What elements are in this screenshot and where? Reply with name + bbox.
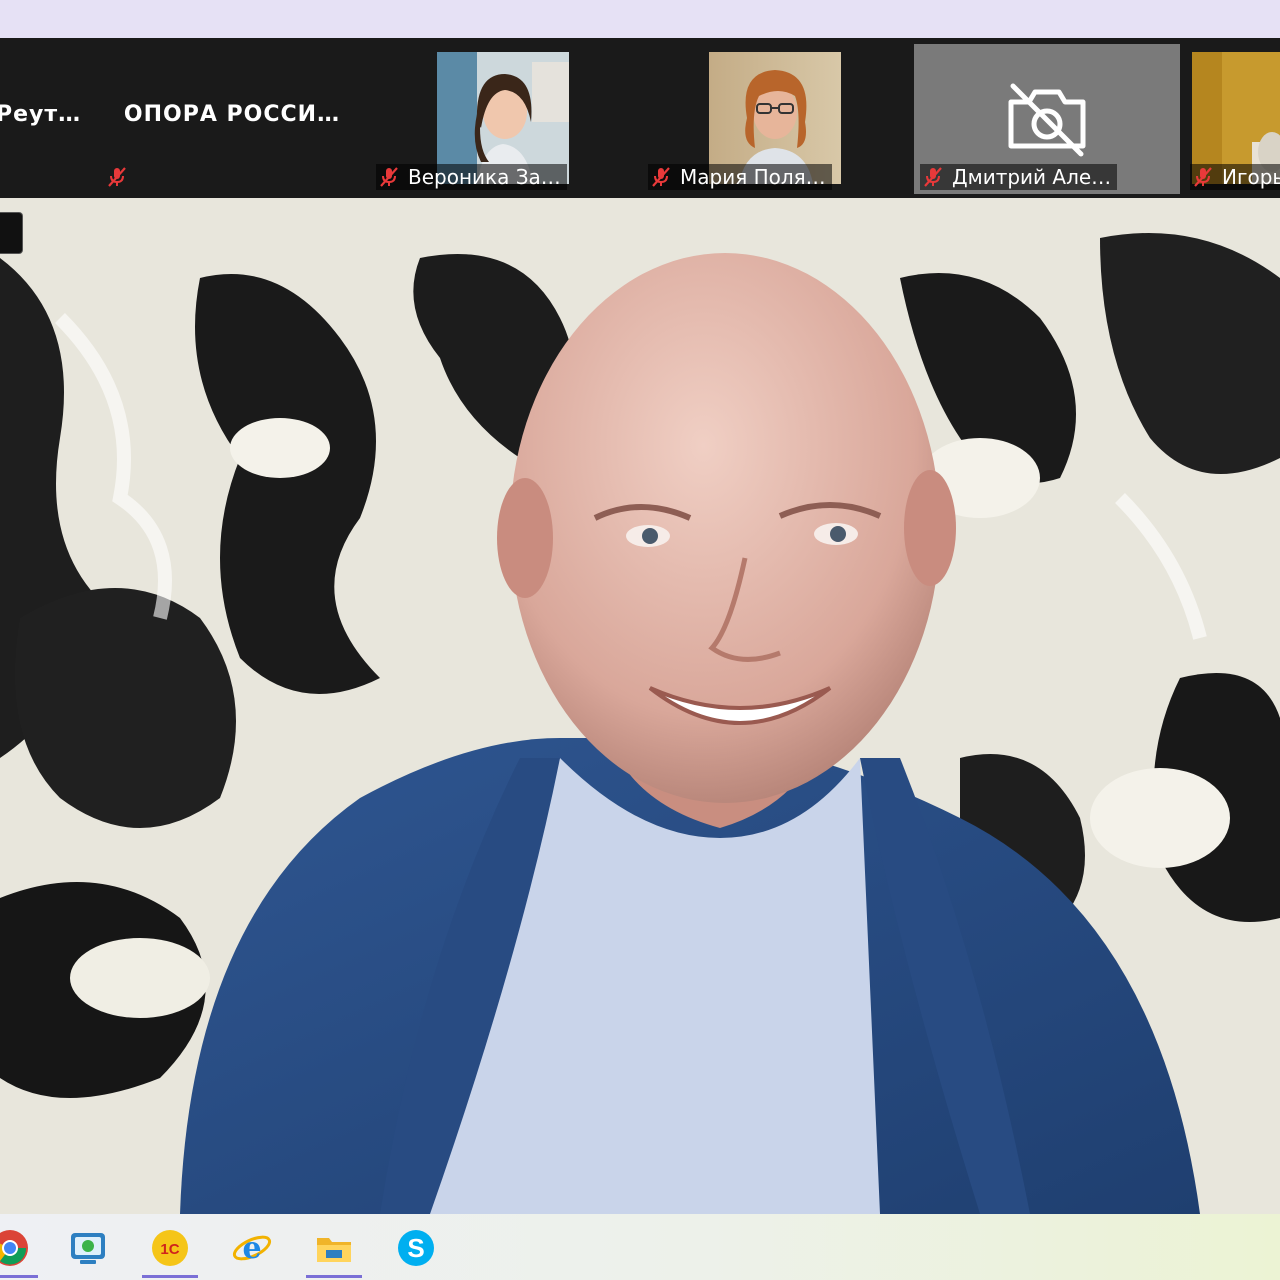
1c-icon: 1С — [152, 1230, 188, 1266]
overlay-control-button[interactable] — [0, 212, 23, 254]
chrome-icon — [0, 1230, 28, 1266]
taskbar-internet-explorer[interactable]: e — [222, 1224, 282, 1280]
windows-taskbar: 1С e S — [0, 1214, 1280, 1280]
participant-name-label: Мария Поля… — [680, 165, 826, 189]
taskbar-skype[interactable]: S — [386, 1224, 446, 1280]
participant-tile-0[interactable]: Реут… — [0, 44, 92, 194]
mic-muted-icon — [108, 167, 126, 187]
svg-text:e: e — [242, 1231, 261, 1266]
participant-name-row: Вероника За… — [376, 164, 567, 190]
participant-name-row: Дмитрий Але… — [920, 164, 1118, 190]
camera-off-icon — [1008, 83, 1086, 157]
taskbar-file-explorer[interactable] — [304, 1224, 364, 1280]
participant-name-row: Мария Поля… — [648, 164, 832, 190]
mic-muted-icon — [1194, 167, 1212, 187]
file-explorer-icon — [317, 1238, 351, 1262]
internet-explorer-icon: e — [232, 1231, 272, 1266]
mic-muted-icon — [924, 167, 942, 187]
window-top-strip — [0, 0, 1280, 38]
main-speaker-video[interactable] — [0, 198, 1280, 1214]
participant-name-label: Дмитрий Але… — [952, 165, 1112, 189]
skype-icon: S — [398, 1230, 434, 1266]
participant-tile-3[interactable]: Мария Поля… — [642, 44, 910, 194]
participant-tile-2[interactable]: Вероника За… — [370, 44, 638, 194]
svg-text:S: S — [407, 1233, 424, 1263]
taskbar-1c[interactable]: 1С — [140, 1224, 200, 1280]
participant-tile-4[interactable]: Дмитрий Але… — [914, 44, 1180, 194]
participant-name: Реут… — [0, 102, 82, 127]
mic-muted-icon — [652, 167, 670, 187]
participant-name-label: Вероника За… — [408, 165, 561, 189]
participant-tile-1[interactable]: ОПОРА РОССИ… — [98, 44, 366, 194]
participant-name-row — [104, 164, 142, 190]
participant-name-row: Игорь — [1190, 164, 1280, 190]
taskbar-chrome[interactable] — [0, 1224, 40, 1280]
taskbar-monitor-app[interactable] — [58, 1224, 118, 1280]
svg-text:1С: 1С — [160, 1241, 179, 1258]
participant-tile-5[interactable]: Игорь — [1184, 44, 1280, 194]
participant-name-label: Игорь — [1222, 165, 1280, 189]
monitor-app-icon — [71, 1233, 105, 1264]
mic-muted-icon — [380, 167, 398, 187]
participant-name: ОПОРА РОССИ… — [123, 102, 341, 127]
participant-strip: Реут… ОПОРА РОССИ… Вероника За… Мария По… — [0, 38, 1280, 198]
